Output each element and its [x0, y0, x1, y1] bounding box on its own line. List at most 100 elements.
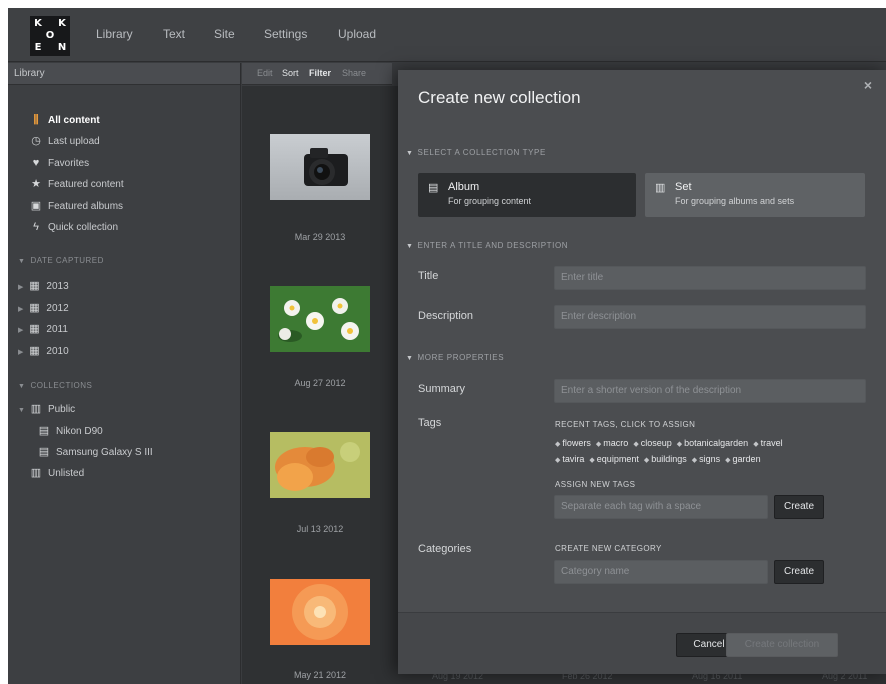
sidebar-item-label: Last upload [48, 136, 100, 147]
tag-icon: ◆ [753, 441, 759, 448]
new-tags-input[interactable]: Separate each tag with a space [554, 495, 768, 519]
sidebar-item-featured-albums[interactable]: ▣ Featured albums [30, 199, 123, 213]
sidebar-item-year-2012[interactable]: ▶ ▦ 2012 [18, 301, 69, 315]
create-collection-modal: Create new collection × ▼ SELECT A COLLEC… [398, 70, 886, 674]
section-label: MORE PROPERTIES [417, 353, 505, 362]
recent-tags-heading: RECENT TAGS, CLICK TO ASSIGN [555, 420, 696, 429]
item-date: Mar 29 2013 [294, 232, 346, 242]
sidebar-item-samsung-galaxy[interactable]: ▤ Samsung Galaxy S III [38, 445, 153, 459]
nav-library[interactable]: Library [96, 27, 133, 41]
tag-icon: ◆ [691, 457, 698, 464]
calendar-icon: ▦ [29, 323, 40, 335]
sidebar-item-year-2011[interactable]: ▶ ▦ 2011 [18, 322, 68, 336]
sidebar-item-featured-content[interactable]: ★ Featured content [30, 177, 124, 191]
type-description: For grouping content [448, 196, 532, 206]
create-category-heading: CREATE NEW CATEGORY [555, 544, 662, 553]
sidebar-item-nikon-d90[interactable]: ▤ Nikon D90 [38, 424, 103, 438]
share-button[interactable]: Share [342, 68, 366, 78]
collapse-arrow-icon: ▶ [18, 327, 24, 334]
sidebar-item-label: Featured content [48, 179, 124, 190]
sidebar-item-favorites[interactable]: ♥ Favorites [30, 156, 89, 170]
tag-chip[interactable]: ◆ travel [753, 438, 782, 448]
filter-button[interactable]: Filter [309, 68, 331, 78]
tag-icon: ◆ [633, 441, 639, 448]
thumbnail-red-flower[interactable] [270, 579, 370, 645]
album-icon: ▤ [38, 425, 50, 437]
tag-chip[interactable]: ◆ flowers [555, 438, 591, 448]
tag-chip[interactable]: ◆ macro [596, 438, 628, 448]
logo-letter: E [34, 42, 42, 53]
album-icon: ▤ [38, 446, 50, 458]
item-date: Jul 13 2012 [296, 524, 344, 534]
summary-input[interactable]: Enter a shorter version of the descripti… [554, 379, 866, 403]
create-collection-button[interactable]: Create collection [726, 633, 838, 657]
app-window: K K O E N Library Text Site Settings Upl… [8, 8, 886, 684]
thumbnail-flowers[interactable] [270, 286, 370, 352]
tag-label: travel [760, 438, 783, 448]
type-name: Set [675, 181, 692, 193]
sort-button[interactable]: Sort [282, 68, 299, 78]
set-icon: ▥ [655, 182, 666, 194]
sidebar-header: Library [8, 63, 240, 85]
section-label: SELECT A COLLECTION TYPE [417, 148, 546, 157]
sidebar-item-all-content[interactable]: ⫼ All content [30, 113, 99, 127]
tag-chip[interactable]: ◆ tavira [555, 454, 584, 464]
set-icon: ▥ [30, 403, 42, 415]
create-tags-button[interactable]: Create [774, 495, 824, 519]
type-description: For grouping albums and sets [675, 196, 795, 206]
section-more-properties[interactable]: ▼ MORE PROPERTIES [406, 353, 504, 362]
tag-chip[interactable]: ◆ equipment [589, 454, 638, 464]
tag-icon: ◆ [555, 441, 561, 448]
assign-tags-heading: ASSIGN NEW TAGS [555, 480, 636, 489]
tag-label: buildings [651, 454, 687, 464]
type-album-option[interactable]: ▤ Album For grouping content [418, 173, 636, 217]
tag-chip[interactable]: ◆ botanicalgarden [677, 438, 748, 448]
section-collection-type[interactable]: ▼ SELECT A COLLECTION TYPE [406, 148, 546, 157]
collection-label: Samsung Galaxy S III [56, 447, 153, 458]
nav-upload[interactable]: Upload [338, 27, 376, 41]
sidebar-item-quick-collection[interactable]: ϟ Quick collection [30, 220, 118, 234]
category-name-input[interactable]: Category name [554, 560, 768, 584]
collections-heading[interactable]: ▼ COLLECTIONS [18, 381, 92, 390]
sidebar-item-last-upload[interactable]: ◷ Last upload [30, 134, 100, 148]
nav-text[interactable]: Text [163, 27, 185, 41]
date-captured-heading[interactable]: ▼ DATE CAPTURED [18, 256, 104, 265]
logo-letter: N [57, 42, 67, 53]
tag-icon: ◆ [555, 457, 561, 464]
sidebar-item-public[interactable]: ▼ ▥ Public [18, 402, 75, 416]
year-label: 2011 [46, 324, 68, 335]
sidebar-item-year-2010[interactable]: ▶ ▦ 2010 [18, 344, 69, 358]
tag-icon: ◆ [676, 441, 683, 448]
thumbnail-camera[interactable] [270, 134, 370, 200]
title-label: Title [418, 270, 439, 282]
tag-icon: ◆ [595, 441, 602, 448]
tag-label: botanicalgarden [684, 438, 749, 448]
sidebar-item-label: Favorites [48, 158, 90, 169]
type-set-option[interactable]: ▥ Set For grouping albums and sets [645, 173, 865, 217]
tag-label: garden [732, 454, 761, 464]
sidebar-item-year-2013[interactable]: ▶ ▦ 2013 [18, 279, 69, 293]
tag-chip[interactable]: ◆ closeup [633, 438, 671, 448]
tag-icon: ◆ [643, 457, 650, 464]
title-input[interactable]: Enter title [554, 266, 866, 290]
tag-chip[interactable]: ◆ garden [725, 454, 760, 464]
camera-image [304, 148, 348, 186]
nav-settings[interactable]: Settings [264, 27, 307, 41]
sidebar-item-unlisted[interactable]: ▥ Unlisted [30, 466, 84, 480]
koken-logo[interactable]: K K O E N [30, 16, 70, 56]
collection-label: Nikon D90 [56, 426, 103, 437]
section-title-description[interactable]: ▼ ENTER A TITLE AND DESCRIPTION [406, 241, 568, 250]
description-input[interactable]: Enter description [554, 305, 866, 329]
tag-chip[interactable]: ◆ buildings [644, 454, 687, 464]
orange-flower-image [270, 432, 370, 498]
tag-chip[interactable]: ◆ signs [692, 454, 720, 464]
top-bar: K K O E N Library Text Site Settings Upl… [8, 8, 886, 62]
nav-site[interactable]: Site [214, 27, 235, 41]
tag-label: closeup [640, 438, 672, 448]
close-icon[interactable]: × [864, 77, 872, 93]
edit-button[interactable]: Edit [257, 68, 273, 78]
expand-arrow-icon: ▼ [406, 355, 414, 362]
create-category-button[interactable]: Create [774, 560, 824, 584]
thumbnail-orange-flower[interactable] [270, 432, 370, 498]
expand-arrow-icon: ▼ [18, 407, 25, 414]
